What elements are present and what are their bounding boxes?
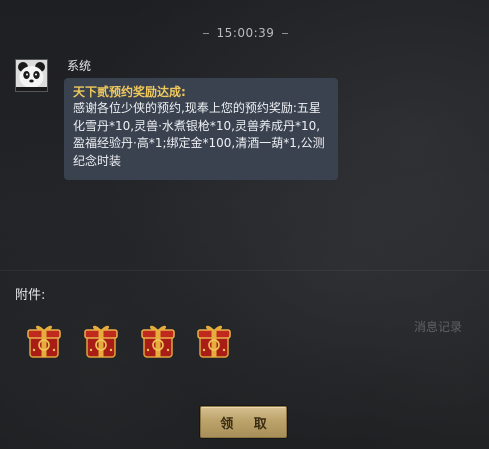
attachment-list [25, 322, 240, 362]
gift-box-icon[interactable] [195, 322, 233, 360]
message-title: 天下贰预约奖励达成: [73, 85, 186, 99]
panda-avatar-icon [16, 60, 47, 91]
timestamp: 15:00:39 [216, 26, 275, 40]
timestamp-dash-left [202, 32, 209, 34]
avatar[interactable] [15, 59, 48, 92]
claim-button[interactable]: 领 取 [200, 406, 287, 438]
timestamp-divider: 15:00:39 [148, 24, 343, 42]
gift-box-icon[interactable] [139, 322, 177, 360]
message-history-link[interactable]: 消息记录 [414, 318, 462, 335]
sender-name: 系统 [67, 59, 92, 73]
attachments-label: 附件: [15, 288, 46, 303]
claim-button-label: 领 取 [220, 416, 275, 432]
message-body: 感谢各位少侠的预约,现奉上您的预约奖励:五星化雪丹*10,灵兽·水煮银枪*10,… [73, 101, 325, 168]
gift-box-icon[interactable] [25, 322, 63, 360]
timestamp-dash-right [282, 32, 289, 34]
message-bubble: 天下贰预约奖励达成: 感谢各位少侠的预约,现奉上您的预约奖励:五星化雪丹*10,… [64, 78, 338, 180]
gift-box-icon[interactable] [82, 322, 120, 360]
section-divider [0, 270, 489, 271]
